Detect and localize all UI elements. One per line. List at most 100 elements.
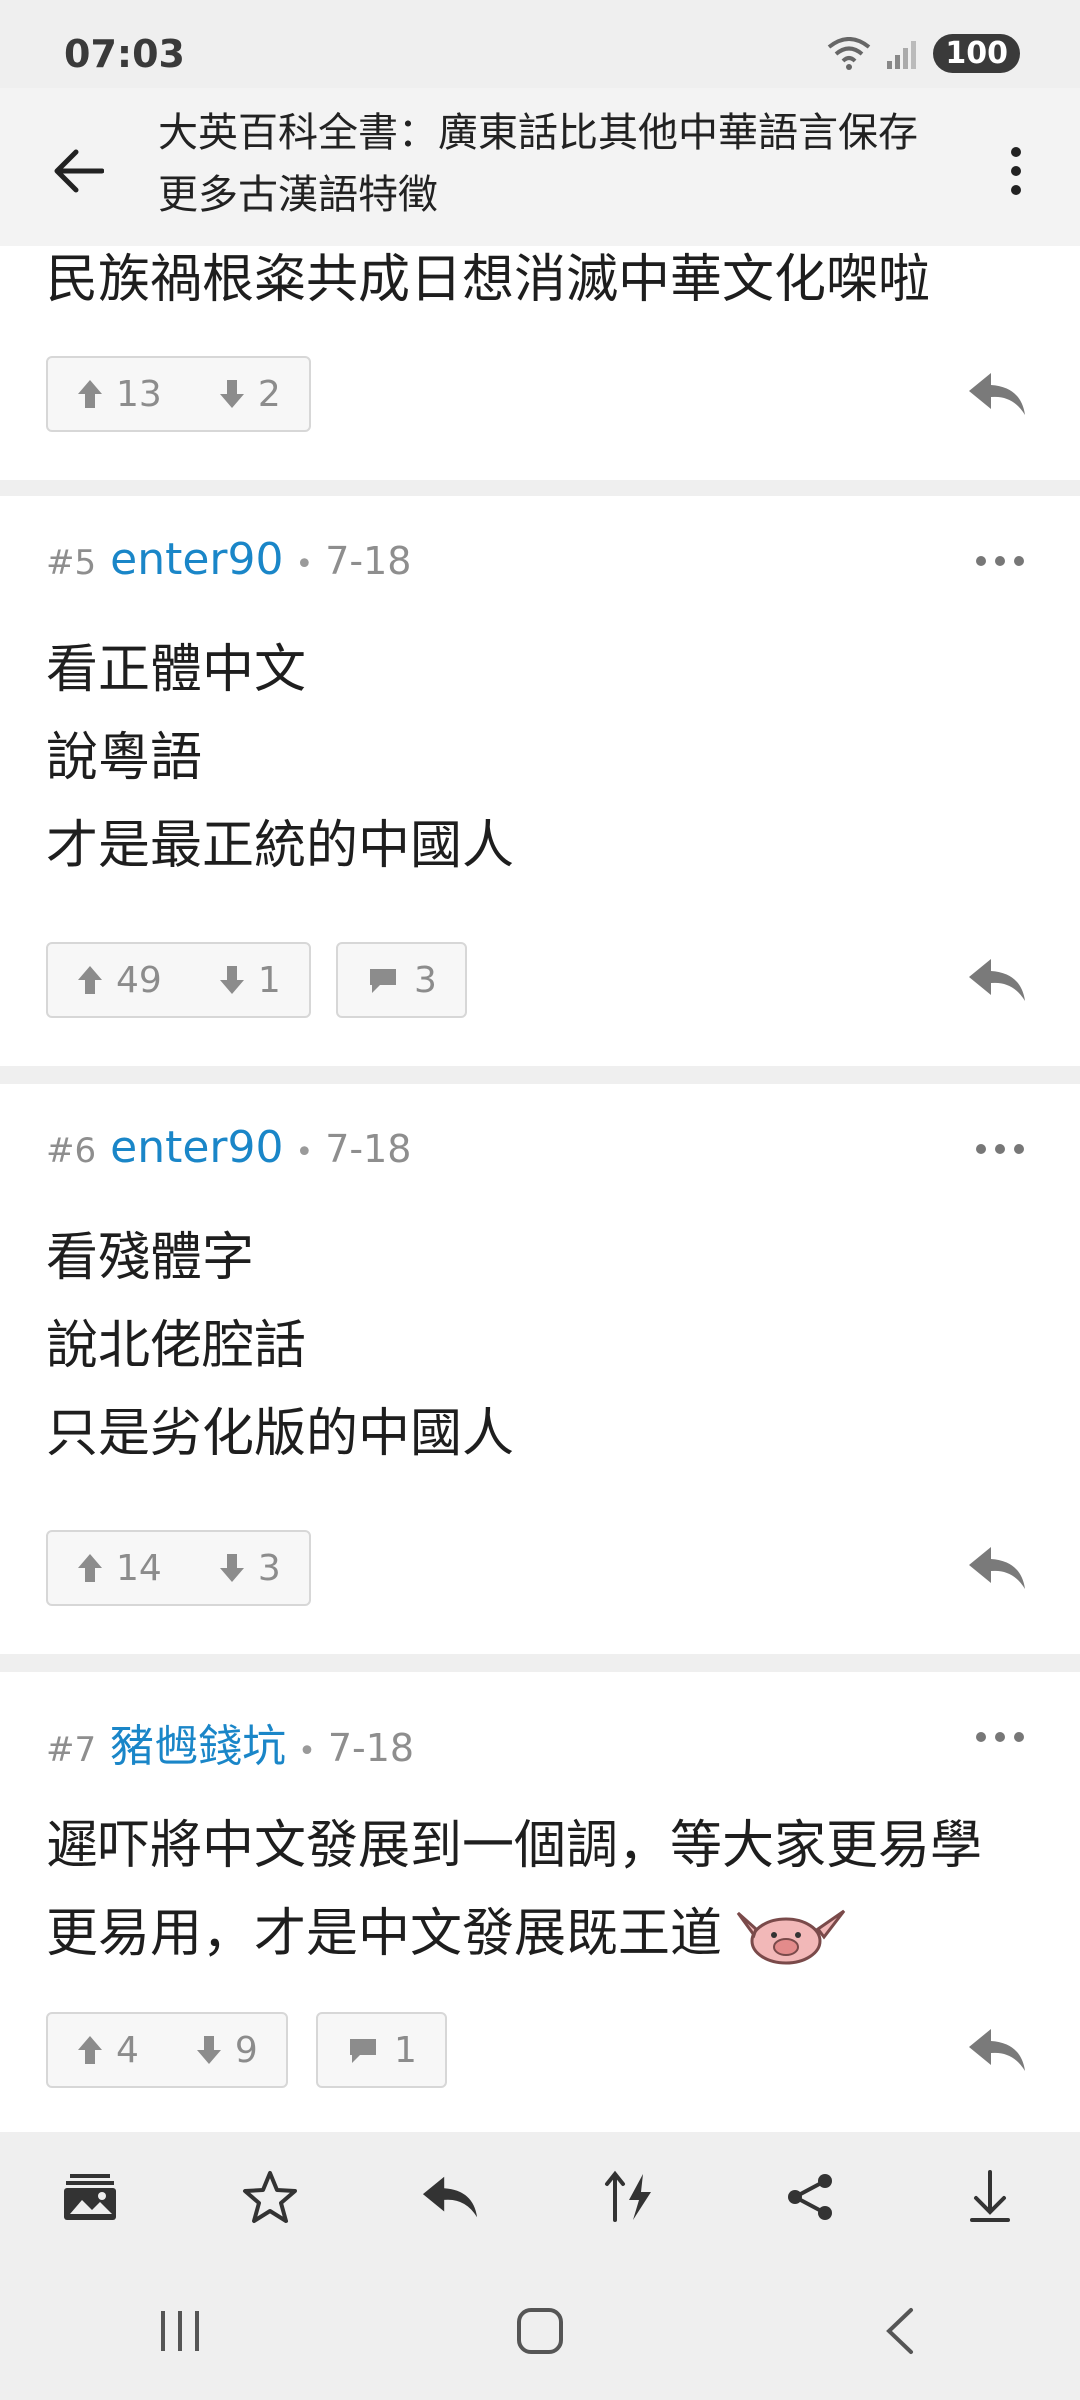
download-icon [970, 2170, 1010, 2222]
vote-box: 4 9 [46, 2012, 288, 2088]
comment-number: #7 [46, 1730, 97, 1770]
upvote-button[interactable]: 14 [76, 1548, 162, 1589]
sort-button[interactable] [540, 2132, 720, 2262]
comment-number: #5 [46, 543, 97, 583]
reply-count: 3 [414, 959, 437, 1001]
downvote-count: 3 [257, 1547, 281, 1589]
reply-button[interactable] [962, 1538, 1032, 1598]
comment-line: 才是最正統的中國人 [46, 816, 515, 876]
chat-bubble-icon [350, 2039, 376, 2063]
comment-meta: #7 豬乸錢坑 • 7-18 [46, 1710, 414, 1774]
page-title: 大英百科全書：廣東話比其他中華語言保存更多古漢語特徵 [158, 110, 918, 218]
reply-button[interactable] [962, 364, 1032, 424]
chat-bubble-icon [370, 969, 396, 993]
recent-apps-button[interactable] [120, 2281, 240, 2381]
comment-line: 說粵語 [46, 728, 203, 788]
replies-button[interactable]: 1 [316, 2012, 447, 2088]
back-button[interactable] [40, 133, 116, 209]
meta-separator: • [295, 547, 314, 582]
comment-card: 民族禍根粢共成日想消滅中華文化㗎啦 13 2 [0, 246, 1080, 480]
replies-button[interactable]: 3 [336, 942, 467, 1018]
username-link[interactable]: 豬乸錢坑 [110, 1710, 286, 1774]
reply-icon [969, 1547, 1025, 1589]
reply-icon [969, 373, 1025, 415]
upvote-button[interactable]: 49 [76, 960, 162, 1001]
more-options-button[interactable] [970, 541, 1030, 581]
reply-count: 1 [394, 2029, 417, 2071]
downvote-button[interactable]: 3 [218, 1548, 281, 1589]
vote-box: 13 2 [46, 356, 311, 432]
share-button[interactable] [720, 2132, 900, 2262]
gallery-icon [64, 2174, 116, 2220]
download-button[interactable] [900, 2132, 1080, 2262]
more-options-button[interactable] [970, 1129, 1030, 1169]
share-icon [788, 2174, 832, 2220]
comment-line: 看殘體字 [46, 1228, 255, 1288]
arrow-left-icon [54, 149, 104, 193]
comment-line: 更易用，才是中文發展既王道 [46, 1904, 723, 1964]
reply-icon [969, 959, 1025, 1001]
arrow-down-icon [219, 1554, 244, 1582]
downvote-count: 2 [257, 373, 281, 415]
arrow-up-icon [78, 1554, 102, 1582]
comment-body: 看正體中文 說粵語 才是最正統的中國人 [46, 626, 514, 890]
upvote-count: 4 [116, 2029, 139, 2071]
downvote-button[interactable]: 2 [218, 374, 281, 415]
gallery-button[interactable] [0, 2132, 180, 2262]
comment-line: 看正體中文 [46, 640, 307, 700]
downvote-count: 1 [257, 959, 281, 1001]
downvote-button[interactable]: 1 [218, 960, 281, 1001]
status-time: 07:03 [64, 32, 185, 76]
reply-button[interactable] [962, 2020, 1032, 2080]
vote-box: 14 3 [46, 1530, 311, 1606]
chevron-left-icon [886, 2308, 913, 2354]
reply-button[interactable] [962, 950, 1032, 1010]
wifi-icon [828, 36, 871, 70]
signal-icon [887, 40, 917, 69]
comment-list: 民族禍根粢共成日想消滅中華文化㗎啦 13 2 #5 enter90 • 7-18 [0, 246, 1080, 2132]
comment-line: 民族禍根粢共成日想消滅中華文化㗎啦 [46, 250, 931, 310]
upvote-button[interactable]: 4 [76, 2030, 139, 2071]
comment-line: 說北佬腔話 [46, 1316, 307, 1376]
meta-separator: • [295, 1135, 314, 1170]
arrow-down-icon [196, 2036, 221, 2064]
status-bar: 07:03 100 [0, 0, 1080, 88]
comment-body: 民族禍根粢共成日想消滅中華文化㗎啦 [46, 246, 930, 324]
app-bar: 大英百科全書：廣東話比其他中華語言保存更多古漢語特徵 [0, 88, 1080, 248]
favorite-button[interactable] [180, 2132, 360, 2262]
comment-date: 7-18 [325, 539, 412, 583]
status-icons: 100 [827, 34, 1020, 73]
comment-line: 只是劣化版的中國人 [46, 1404, 515, 1464]
comment-card: #6 enter90 • 7-18 看殘體字 說北佬腔話 只是劣化版的中國人 1… [0, 1084, 1080, 1654]
home-button[interactable] [480, 2281, 600, 2381]
pig-emoji-icon [736, 1909, 846, 1965]
downvote-button[interactable]: 9 [195, 2030, 258, 2071]
upvote-count: 13 [116, 373, 162, 415]
sort-icon [605, 2170, 651, 2222]
upvote-count: 49 [116, 959, 162, 1001]
vote-box: 49 1 [46, 942, 311, 1018]
arrow-up-icon [78, 966, 102, 994]
arrow-down-icon [219, 966, 244, 994]
more-horizontal-icon [976, 1144, 1024, 1154]
comment-number: #6 [46, 1131, 97, 1171]
upvote-count: 14 [116, 1547, 162, 1589]
comment-card: #7 豬乸錢坑 • 7-18 遲吓將中文發展到一個調，等大家更易學 更易用，才是… [0, 1672, 1080, 2132]
upvote-button[interactable]: 13 [76, 374, 162, 415]
comment-body: 看殘體字 說北佬腔話 只是劣化版的中國人 [46, 1214, 514, 1478]
more-options-button[interactable] [970, 1717, 1030, 1757]
username-link[interactable]: enter90 [110, 534, 283, 585]
more-horizontal-icon [976, 556, 1024, 566]
comment-body: 遲吓將中文發展到一個調，等大家更易學 更易用，才是中文發展既王道 [46, 1802, 982, 1978]
reply-thread-button[interactable] [360, 2132, 540, 2262]
comment-date: 7-18 [327, 1726, 415, 1770]
star-icon [243, 2171, 297, 2223]
more-vertical-icon [1011, 147, 1021, 195]
reply-icon [969, 2029, 1025, 2071]
arrow-up-icon [78, 380, 102, 408]
downvote-count: 9 [234, 2029, 258, 2071]
username-link[interactable]: enter90 [110, 1122, 283, 1173]
system-nav-bar [0, 2262, 1080, 2400]
overflow-menu-button[interactable] [986, 136, 1046, 206]
system-back-button[interactable] [840, 2281, 960, 2381]
